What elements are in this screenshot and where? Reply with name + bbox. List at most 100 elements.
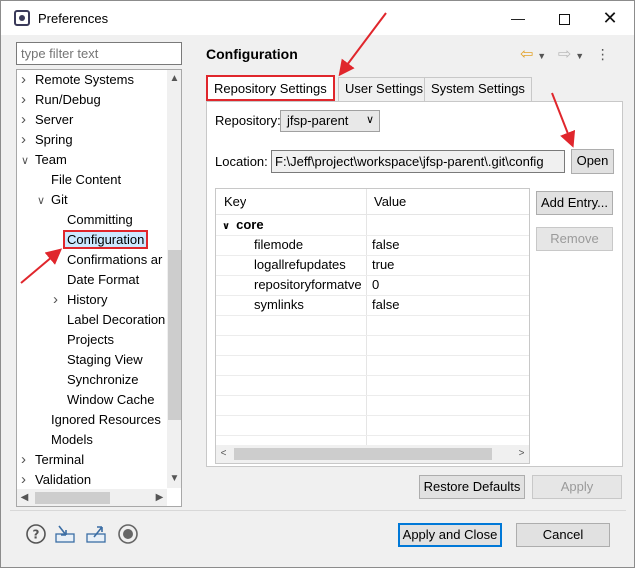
tree-item-label: Run/Debug: [35, 92, 101, 107]
table-cell-value[interactable]: 0: [372, 275, 379, 295]
apply-and-close-button[interactable]: Apply and Close: [398, 523, 502, 547]
tree-item-label: Configuration: [63, 230, 149, 249]
tree-item-label: Committing: [67, 212, 133, 227]
chevron-right-icon[interactable]: ›: [21, 470, 35, 490]
row-divider: [216, 375, 529, 376]
tree-item[interactable]: › Remote Systems: [21, 70, 134, 90]
close-icon: ✕: [602, 8, 618, 28]
table-cell-value[interactable]: false: [372, 235, 399, 255]
tree-item[interactable]: Configuration: [53, 230, 149, 250]
row-divider: [216, 355, 529, 356]
view-menu-icon[interactable]: ⋮: [596, 46, 610, 62]
row-divider: [216, 335, 529, 336]
row-divider: [216, 415, 529, 416]
maximize-button[interactable]: [541, 1, 587, 35]
close-button[interactable]: ✕: [587, 1, 633, 35]
tab-repository-settings[interactable]: Repository Settings: [206, 75, 335, 101]
tree-item[interactable]: › History: [53, 290, 107, 310]
eclipse-app-icon: [14, 10, 30, 26]
preference-tree[interactable]: › Remote Systems › Run/Debug › Server › Spring ∨…: [16, 69, 182, 507]
tree-vertical-scrollbar[interactable]: ▲ ▼: [167, 70, 181, 488]
table-cell-value[interactable]: true: [372, 255, 394, 275]
filter-input[interactable]: [16, 42, 182, 65]
tree-item[interactable]: Staging View: [53, 350, 143, 370]
chevron-down-icon[interactable]: ∨: [21, 151, 35, 171]
tree-item-label: Synchronize: [67, 372, 139, 387]
tree-item[interactable]: › Spring: [21, 130, 73, 150]
restore-defaults-button[interactable]: Restore Defaults: [419, 475, 525, 499]
scroll-left-icon[interactable]: <: [216, 445, 231, 463]
tree-item[interactable]: Confirmations ar: [53, 250, 162, 270]
tree-item[interactable]: › Run/Debug: [21, 90, 101, 110]
table-horizontal-scrollbar[interactable]: < >: [216, 445, 529, 463]
remove-button[interactable]: Remove: [536, 227, 613, 251]
tree-item[interactable]: ∨ Team: [21, 150, 67, 170]
scroll-down-icon[interactable]: ▼: [167, 470, 181, 488]
tree-item-label: Window Cache: [67, 392, 155, 407]
window-title: Preferences: [38, 11, 109, 26]
scroll-right-icon[interactable]: ▶: [152, 489, 167, 506]
table-cell-key[interactable]: filemode: [254, 235, 364, 255]
back-dropdown-icon[interactable]: ▼: [537, 51, 546, 61]
help-icon[interactable]: ?: [25, 523, 47, 545]
tree-item-label: Ignored Resources: [51, 412, 161, 427]
apply-button[interactable]: Apply: [532, 475, 622, 499]
preferences-window: Preferences — ✕ ›Remote Systems›Run/Debu…: [0, 0, 635, 568]
tree-item[interactable]: File Content: [37, 170, 121, 190]
location-field[interactable]: F:\Jeff\project\workspace\jfsp-parent\.g…: [271, 150, 565, 173]
page-title: Configuration: [206, 46, 298, 62]
cancel-button[interactable]: Cancel: [516, 523, 610, 547]
chevron-right-icon[interactable]: ›: [53, 290, 67, 310]
table-cell-value[interactable]: false: [372, 295, 399, 315]
import-icon[interactable]: [54, 523, 76, 545]
tree-item[interactable]: Window Cache: [53, 390, 154, 410]
tree-item[interactable]: Committing: [53, 210, 133, 230]
scroll-right-icon[interactable]: >: [514, 445, 529, 463]
tree-item[interactable]: › Validation: [21, 470, 91, 490]
chevron-right-icon[interactable]: ›: [21, 70, 35, 90]
table-cell-key[interactable]: symlinks: [254, 295, 364, 315]
table-section-row[interactable]: ∨ core: [222, 215, 264, 235]
tree-item[interactable]: Ignored Resources: [37, 410, 161, 430]
forward-dropdown-icon[interactable]: ▼: [575, 51, 584, 61]
repository-select[interactable]: jfsp-parent ∨: [280, 110, 380, 132]
chevron-down-icon[interactable]: ∨: [222, 221, 230, 232]
tree-item[interactable]: Label Decoration: [53, 310, 165, 330]
chevron-right-icon[interactable]: ›: [21, 110, 35, 130]
table-cell-key[interactable]: repositoryformatve: [254, 275, 364, 295]
record-icon[interactable]: [117, 523, 139, 545]
minimize-button[interactable]: —: [495, 1, 541, 35]
tree-item[interactable]: ∨ Git: [37, 190, 68, 210]
tree-item[interactable]: › Terminal: [21, 450, 84, 470]
page-navigation: ⇦ ▼ ⇨ ▼ ⋮: [520, 44, 610, 64]
scroll-thumb[interactable]: [234, 448, 492, 460]
tree-item[interactable]: Synchronize: [53, 370, 139, 390]
tree-item[interactable]: Date Format: [53, 270, 139, 290]
export-icon[interactable]: [85, 523, 107, 545]
table-cell-key[interactable]: logallrefupdates: [254, 255, 364, 275]
tree-item[interactable]: Projects: [53, 330, 114, 350]
tab-user-settings[interactable]: User Settings: [338, 77, 431, 101]
tree-item-label: Confirmations ar: [67, 252, 163, 267]
tree-item[interactable]: Models: [37, 430, 93, 450]
tree-item[interactable]: › Server: [21, 110, 73, 130]
config-table[interactable]: Key Value ∨ core filemode false logallrefup…: [215, 188, 530, 464]
tab-system-settings[interactable]: System Settings: [424, 77, 532, 101]
scroll-left-icon[interactable]: ◀: [17, 489, 32, 506]
chevron-down-icon[interactable]: ∨: [37, 191, 51, 211]
chevron-right-icon[interactable]: ›: [21, 450, 35, 470]
column-header-key[interactable]: Key: [224, 192, 246, 212]
scroll-up-icon[interactable]: ▲: [167, 70, 181, 88]
forward-arrow-icon[interactable]: ⇨: [558, 46, 571, 63]
back-arrow-icon[interactable]: ⇦: [520, 46, 533, 63]
chevron-right-icon[interactable]: ›: [21, 130, 35, 150]
tree-item-label: Remote Systems: [35, 72, 134, 87]
open-button[interactable]: Open: [571, 149, 614, 174]
column-header-value[interactable]: Value: [374, 192, 406, 212]
scroll-thumb[interactable]: [168, 250, 181, 420]
column-divider: [366, 189, 367, 445]
tree-horizontal-scrollbar[interactable]: ◀ ▶: [17, 489, 167, 506]
scroll-thumb[interactable]: [35, 492, 110, 504]
chevron-right-icon[interactable]: ›: [21, 90, 35, 110]
add-entry-button[interactable]: Add Entry...: [536, 191, 613, 215]
